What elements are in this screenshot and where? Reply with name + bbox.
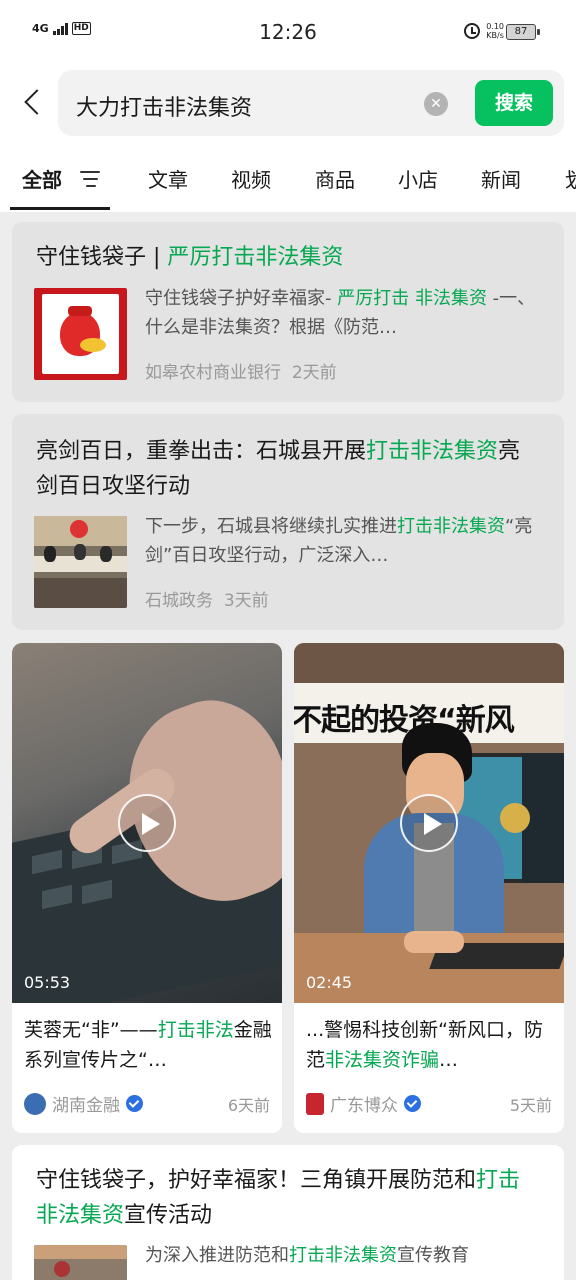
active-tab-indicator [10, 207, 110, 210]
tab-shops[interactable]: 小店 [398, 164, 438, 193]
battery-icon: 87 [506, 24, 540, 40]
result-time: 2天前 [291, 363, 337, 383]
result-snippet: 守住钱袋子护好幸福家- 严厉打击 非法集资 -一、什么是非法集资？根据《防范… [145, 288, 536, 338]
result-meta: 石城政务 3天前 [145, 586, 269, 611]
result-title[interactable]: 亮剑百日，重拳出击：石城县开展打击非法集资亮剑百日攻坚行动 [36, 434, 536, 504]
result-snippet: 为深入推进防范和打击非法集资宣传教育 [145, 1245, 469, 1266]
source-name[interactable]: 广东博众 [330, 1091, 398, 1116]
source-name[interactable]: 湖南金融 [52, 1091, 120, 1116]
result-card[interactable]: 亮剑百日，重拳出击：石城县开展打击非法集资亮剑百日攻坚行动 下一步，石城县将继续… [12, 414, 564, 630]
search-header: 大力打击非法集资 ✕ 搜索 [0, 64, 576, 146]
tab-bar: 全部 文章 视频 商品 小店 新闻 划 [0, 146, 576, 212]
video-card[interactable]: 不起的投资“新风 02:45 ...警惕科技创新“新风口，防范非法集资诈骗… 广… [294, 643, 564, 1133]
result-meta: 如皋农村商业银行 2天前 [145, 358, 337, 383]
video-thumbnail[interactable]: 不起的投资“新风 02:45 [294, 643, 564, 1003]
search-input[interactable]: 大力打击非法集资 ✕ 搜索 [58, 70, 564, 136]
video-card[interactable]: 05:53 芙蓉无“非”——打击非法金融系列宣传片之“… 湖南金融 6天前 [12, 643, 282, 1133]
video-thumbnail[interactable]: 05:53 [12, 643, 282, 1003]
result-card[interactable]: 守住钱袋子 | 严厉打击非法集资 守住钱袋子护好幸福家- 严厉打击 非法集资 -… [12, 222, 564, 402]
tab-products[interactable]: 商品 [315, 164, 355, 193]
result-source[interactable]: 石城政务 [145, 591, 213, 611]
play-icon[interactable] [118, 794, 176, 852]
status-right: 0.10 KB/s [464, 22, 504, 40]
video-title[interactable]: 芙蓉无“非”——打击非法金融系列宣传片之“… [24, 1015, 272, 1075]
result-title[interactable]: 守住钱袋子，护好幸福家！三角镇开展防范和打击非法集资宣传活动 [36, 1163, 536, 1233]
video-source[interactable]: 湖南金融 [24, 1091, 143, 1116]
tab-all[interactable]: 全部 [22, 164, 62, 193]
status-bar: 4G HD 12:26 0.10 KB/s 87 [0, 0, 576, 64]
result-source[interactable]: 如皋农村商业银行 [145, 363, 281, 383]
thumbnail-image [34, 1245, 127, 1280]
back-icon[interactable] [22, 88, 46, 118]
thumbnail-image [34, 516, 127, 608]
search-button[interactable]: 搜索 [475, 80, 553, 126]
verified-icon [126, 1095, 143, 1112]
result-title[interactable]: 守住钱袋子 | 严厉打击非法集资 [36, 240, 536, 275]
filter-icon[interactable] [80, 171, 102, 187]
tab-videos[interactable]: 视频 [231, 164, 271, 193]
result-card[interactable]: 守住钱袋子，护好幸福家！三角镇开展防范和打击非法集资宣传活动 为深入推进防范和打… [12, 1145, 564, 1280]
play-icon[interactable] [400, 794, 458, 852]
tab-news[interactable]: 新闻 [481, 164, 521, 193]
clear-icon[interactable]: ✕ [424, 92, 448, 116]
search-query[interactable]: 大力打击非法集资 [76, 90, 252, 122]
thumbnail-overlay-text: 不起的投资“新风 [294, 703, 515, 738]
result-snippet: 下一步，石城县将继续扎实推进打击非法集资“亮剑”百日攻坚行动，广泛深入… [145, 516, 533, 566]
verified-icon [404, 1095, 421, 1112]
network-speed: 0.10 KB/s [486, 22, 504, 40]
tab-more[interactable]: 划 [565, 164, 576, 193]
tab-articles[interactable]: 文章 [148, 164, 188, 193]
avatar [24, 1092, 46, 1115]
result-time: 3天前 [223, 591, 269, 611]
avatar [306, 1092, 324, 1115]
video-source[interactable]: 广东博众 [306, 1091, 421, 1116]
thumbnail-image [34, 288, 127, 380]
video-time: 5天前 [509, 1096, 552, 1115]
video-duration: 05:53 [24, 973, 71, 992]
video-duration: 02:45 [306, 973, 353, 992]
alarm-icon [464, 23, 481, 39]
video-title[interactable]: ...警惕科技创新“新风口，防范非法集资诈骗… [306, 1015, 554, 1075]
video-time: 6天前 [227, 1096, 270, 1115]
